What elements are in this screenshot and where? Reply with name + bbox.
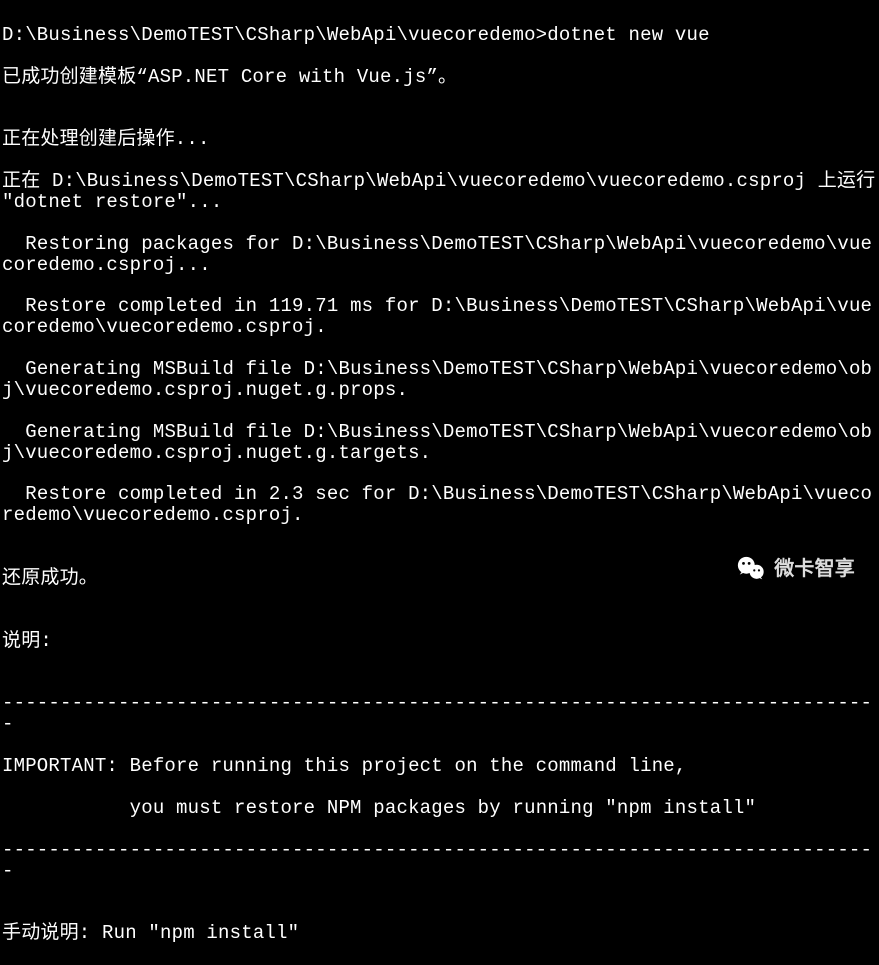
- terminal-line: 正在 D:\Business\DemoTEST\CSharp\WebApi\vu…: [2, 171, 877, 213]
- watermark: 微卡智享: [736, 554, 855, 584]
- terminal-line: 说明:: [2, 631, 877, 652]
- terminal-line: Restore completed in 119.71 ms for D:\Bu…: [2, 296, 877, 338]
- terminal-line: ----------------------------------------…: [2, 840, 877, 882]
- terminal-line: 手动说明: Run "npm install": [2, 923, 877, 944]
- terminal-output: D:\Business\DemoTEST\CSharp\WebApi\vueco…: [2, 4, 877, 965]
- terminal-line: 已成功创建模板“ASP.NET Core with Vue.js”。: [2, 67, 877, 88]
- terminal-line: ----------------------------------------…: [2, 693, 877, 735]
- wechat-icon: [736, 554, 766, 584]
- terminal-line: Generating MSBuild file D:\Business\Demo…: [2, 359, 877, 401]
- terminal-line: IMPORTANT: Before running this project o…: [2, 756, 877, 777]
- terminal-line: you must restore NPM packages by running…: [2, 798, 877, 819]
- watermark-text: 微卡智享: [774, 558, 855, 580]
- terminal-line: D:\Business\DemoTEST\CSharp\WebApi\vueco…: [2, 25, 877, 46]
- terminal-line: Restoring packages for D:\Business\DemoT…: [2, 234, 877, 276]
- terminal-line: Generating MSBuild file D:\Business\Demo…: [2, 422, 877, 464]
- terminal-line: 正在处理创建后操作...: [2, 129, 877, 150]
- terminal-line: Restore completed in 2.3 sec for D:\Busi…: [2, 484, 877, 526]
